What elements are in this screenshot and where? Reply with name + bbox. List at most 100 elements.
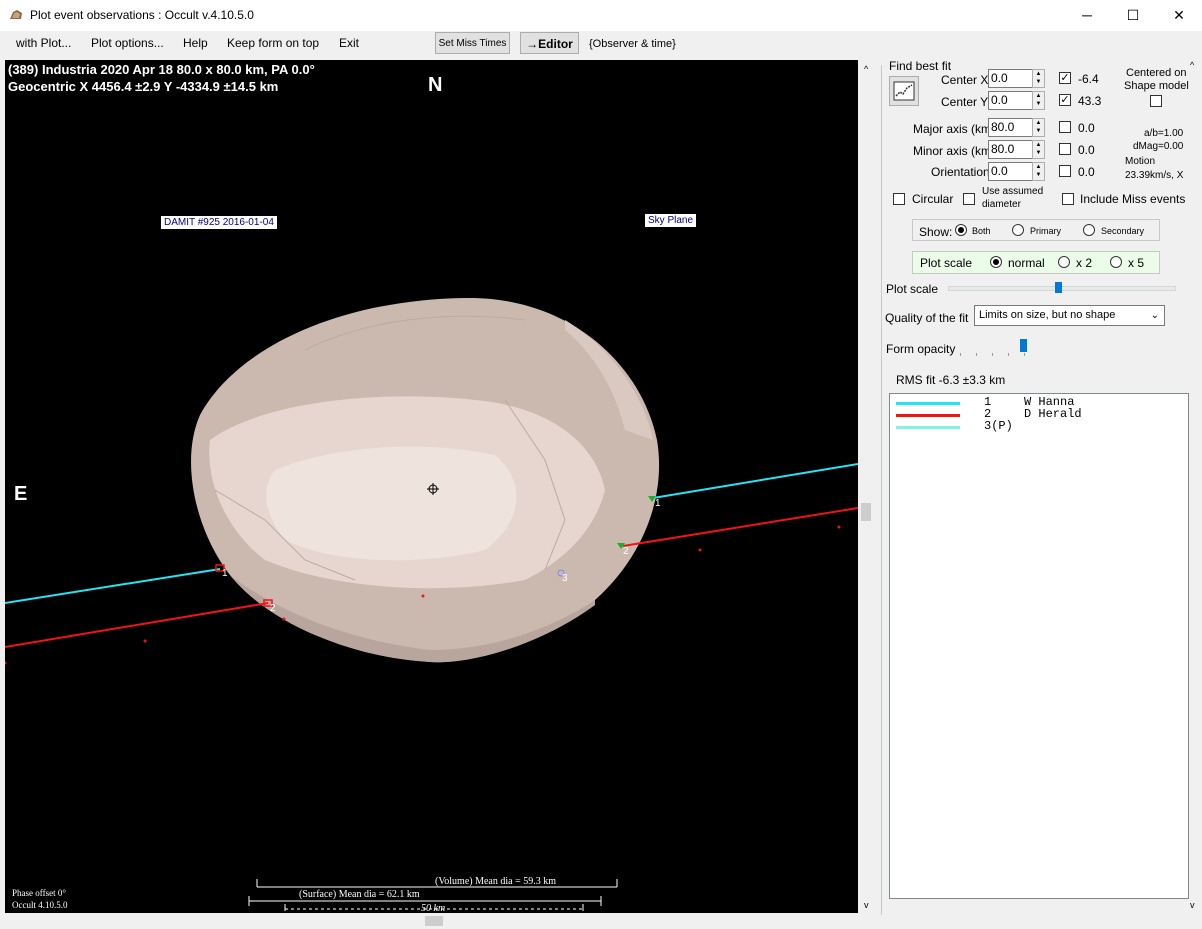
major-axis-spinner[interactable]: ▲ ▼ — [1032, 118, 1045, 137]
ab-ratio: a/b=1.00 — [1144, 128, 1184, 139]
phase-offset-label: Phase offset 0° — [12, 888, 66, 898]
hscroll-thumb[interactable] — [425, 916, 443, 926]
show-label: Show: — [919, 225, 953, 239]
orientation-input[interactable]: 0.0 — [988, 162, 1033, 181]
find-best-fit-label: Find best fit — [889, 59, 952, 73]
use-assumed-label: Use assumed — [982, 186, 1044, 197]
close-button[interactable]: ✕ — [1156, 0, 1202, 31]
centered-on-label: Centered on — [1126, 67, 1187, 79]
rms-fit-label: RMS fit -6.3 ±3.3 km — [896, 373, 1006, 387]
scale-x5-radio[interactable] — [1110, 256, 1122, 268]
dmag-value: dMag=0.00 — [1133, 141, 1184, 152]
chord-label-3: 3 — [562, 573, 568, 584]
plot-scale-group-label: Plot scale — [920, 256, 973, 270]
center-x-fit-value: -6.4 — [1078, 72, 1099, 86]
major-axis-input[interactable]: 80.0 — [988, 118, 1033, 137]
slider-tick — [992, 353, 993, 356]
center-y-label: Center Y — [941, 95, 989, 109]
east-label: E — [14, 483, 28, 505]
chord-label-1-left: 1 — [222, 568, 228, 579]
error-dot — [5, 661, 7, 665]
center-y-fit-checkbox[interactable]: ✓ — [1059, 94, 1071, 106]
panel-scroll-up-icon[interactable]: ^ — [1190, 60, 1194, 70]
minimize-button[interactable]: ─ — [1064, 0, 1110, 31]
plot-drawing — [5, 297, 858, 911]
menu-help[interactable]: Help — [183, 36, 208, 50]
chord-label-2-right: 2 — [623, 546, 629, 557]
quality-fit-dropdown[interactable]: Limits on size, but no shape ⌄ — [974, 305, 1165, 326]
plot-horizontal-scrollbar[interactable] — [5, 913, 860, 929]
scroll-up-icon[interactable]: ^ — [864, 64, 868, 74]
minor-axis-spinner[interactable]: ▲ ▼ — [1032, 140, 1045, 159]
panel-scrollbar[interactable]: ^ v — [1190, 60, 1200, 913]
circular-label: Circular — [912, 192, 954, 206]
error-dot — [143, 639, 147, 643]
menu-with-plot[interactable]: with Plot... — [16, 36, 71, 50]
show-primary-radio[interactable] — [1012, 224, 1024, 236]
show-secondary-label: Secondary — [1101, 226, 1145, 236]
observer-2-line-swatch — [896, 414, 960, 417]
show-primary-label: Primary — [1030, 226, 1061, 236]
center-y-spinner[interactable]: ▲ ▼ — [1032, 91, 1045, 110]
surface-dia-label: (Surface) Mean dia = 62.1 km — [299, 889, 420, 900]
use-assumed-diameter-checkbox[interactable] — [963, 193, 975, 205]
observer-1-line-swatch — [896, 402, 960, 405]
observer-3-num: 3(P) — [984, 419, 1013, 433]
observer-time-menu[interactable]: {Observer & time} — [589, 38, 676, 50]
observer-3-line-swatch — [896, 426, 960, 429]
center-x-fit-checkbox[interactable]: ✓ — [1059, 72, 1071, 84]
menu-plot-options[interactable]: Plot options... — [91, 36, 164, 50]
orientation-spinner[interactable]: ▲ ▼ — [1032, 162, 1045, 181]
scale-normal-radio[interactable] — [990, 256, 1002, 268]
observer-list[interactable]: 1 W Hanna 2 D Herald 3(P) — [889, 393, 1189, 899]
editor-button[interactable]: →Editor — [520, 32, 579, 54]
center-x-input[interactable]: 0.0 — [988, 69, 1033, 88]
fit-button[interactable] — [889, 76, 919, 106]
motion-value: 23.39km/s, X — [1125, 170, 1184, 181]
set-miss-times-button[interactable]: Set Miss Times — [435, 32, 510, 54]
panel-scroll-down-icon[interactable]: v — [1190, 900, 1195, 910]
minor-axis-input[interactable]: 80.0 — [988, 140, 1033, 159]
plot-scale-slider-track[interactable] — [948, 286, 1176, 291]
chord-label-2-left: 2 — [270, 603, 276, 614]
chord-label-1-right: 1 — [655, 498, 661, 509]
slider-tick — [1024, 353, 1025, 356]
orientation-fit-checkbox[interactable] — [1059, 165, 1071, 177]
scale-x2-label: x 2 — [1076, 256, 1093, 270]
panel-group-border — [881, 65, 885, 915]
circular-checkbox[interactable] — [893, 193, 905, 205]
scroll-thumb[interactable] — [861, 503, 871, 521]
observer-2-name: D Herald — [1024, 407, 1082, 421]
quality-fit-label: Quality of the fit — [885, 311, 969, 325]
center-y-fit-value: 43.3 — [1078, 94, 1102, 108]
chord-line-1-left — [5, 568, 221, 604]
scale-x2-radio[interactable] — [1058, 256, 1070, 268]
menu-exit[interactable]: Exit — [339, 36, 359, 50]
motion-label: Motion — [1125, 156, 1156, 167]
show-secondary-radio[interactable] — [1083, 224, 1095, 236]
show-both-radio[interactable] — [955, 224, 967, 236]
scale-x5-label: x 5 — [1128, 256, 1145, 270]
centered-on-shape-checkbox[interactable] — [1150, 95, 1162, 107]
title-bar: Plot event observations : Occult v.4.10.… — [0, 0, 1202, 31]
plot-canvas[interactable]: (389) Industria 2020 Apr 18 80.0 x 80.0 … — [5, 60, 858, 913]
minor-axis-fit-checkbox[interactable] — [1059, 143, 1071, 155]
north-label: N — [428, 74, 443, 96]
major-axis-fit-checkbox[interactable] — [1059, 121, 1071, 133]
include-miss-events-checkbox[interactable] — [1062, 193, 1074, 205]
scroll-down-icon[interactable]: v — [864, 900, 869, 910]
maximize-button[interactable]: ☐ — [1110, 0, 1156, 31]
plot-vertical-scrollbar[interactable]: ^ v — [860, 60, 877, 913]
list-item[interactable]: 2 D Herald — [896, 407, 1186, 421]
list-item[interactable]: 3(P) — [896, 419, 1186, 433]
center-x-spinner[interactable]: ▲ ▼ — [1032, 69, 1045, 88]
error-dot — [421, 594, 425, 598]
plot-scale-slider-thumb[interactable] — [1055, 282, 1062, 293]
chord-line-2-right — [622, 507, 858, 547]
opacity-slider-thumb[interactable] — [1020, 339, 1027, 352]
error-dot — [282, 617, 286, 621]
orientation-label: Orientation — [931, 165, 990, 179]
volume-dia-label: (Volume) Mean dia = 59.3 km — [435, 876, 556, 887]
center-y-input[interactable]: 0.0 — [988, 91, 1033, 110]
menu-keep-on-top[interactable]: Keep form on top — [227, 36, 319, 50]
